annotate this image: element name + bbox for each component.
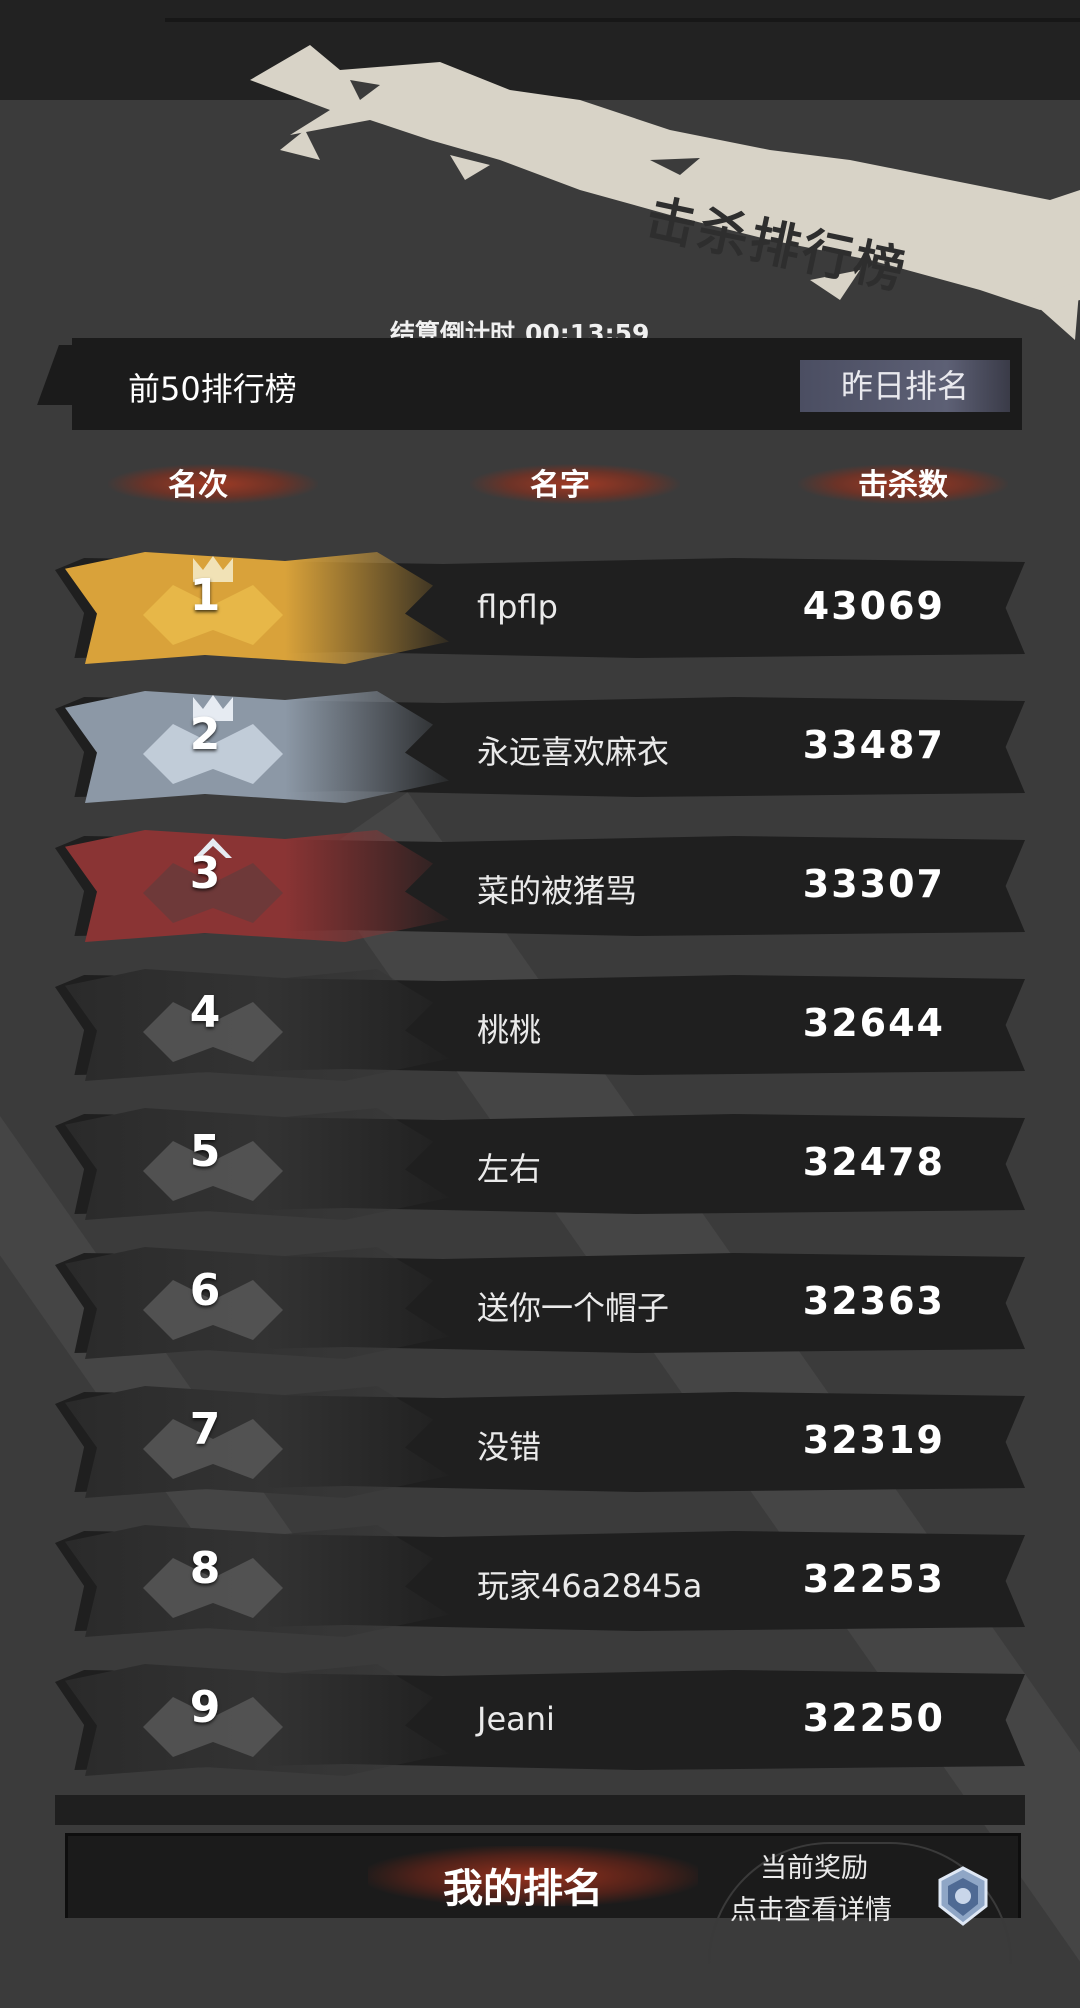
kill-count: 32363 [802,1279,945,1323]
column-header-name-label: 名字 [530,468,590,503]
kill-count: 32644 [802,1001,945,1045]
reward-badge-icon[interactable] [936,1866,990,1926]
rank-number: 6 [189,1265,221,1316]
my-ranking-panel: 我的排名 当前奖励 点击查看详情 [65,1833,1021,1964]
player-name: 玩家46a2845a [477,1567,703,1605]
kill-count: 33307 [802,862,945,906]
yesterday-ranking-button[interactable]: 昨日排名 [800,360,1010,412]
rank-number: 3 [189,848,221,899]
column-header-name: 名字 [470,460,680,504]
rank-number: 4 [189,987,221,1038]
list-item[interactable]: 9 Jeani 32250 [55,1652,1025,1782]
list-item[interactable]: 6 送你一个帽子 32363 [55,1235,1025,1365]
player-name: 永远喜欢麻衣 [477,733,670,771]
list-item-partial [55,1795,1025,1825]
rank-number: 7 [189,1404,221,1455]
player-name: Jeani [477,1700,555,1738]
list-item[interactable]: 5 左右 32478 [55,1096,1025,1226]
current-reward-label[interactable]: 当前奖励 [760,1846,868,1885]
tab-top50[interactable]: 前50排行榜 [128,364,297,410]
player-name: 没错 [477,1428,542,1466]
player-name: 菜的被猪骂 [477,872,638,910]
list-item[interactable]: 1 flpflp 43069 [55,540,1025,670]
rank-number: 9 [189,1682,221,1733]
list-item[interactable]: 3 菜的被猪骂 33307 [55,818,1025,948]
kill-count: 33487 [802,723,945,767]
list-item[interactable]: 2 永远喜欢麻衣 33487 [55,679,1025,809]
kill-count: 32250 [802,1696,945,1740]
list-item[interactable]: 8 玩家46a2845a 32253 [55,1513,1025,1643]
kill-count: 43069 [802,584,945,628]
column-header-kills-label: 击杀数 [858,468,948,503]
rank-number: 1 [189,570,221,621]
kill-count: 32253 [802,1557,945,1601]
column-header-kills: 击杀数 [798,460,1008,504]
column-header-rank: 名次 [108,460,318,504]
column-header-rank-label: 名次 [168,468,228,503]
rank-number: 5 [189,1126,221,1177]
view-details-link[interactable]: 点击查看详情 [730,1888,892,1927]
kill-count: 32478 [802,1140,945,1184]
kill-count: 32319 [802,1418,945,1462]
player-name: 送你一个帽子 [477,1289,670,1327]
rank-number: 2 [189,709,221,760]
player-name: 左右 [477,1150,542,1188]
player-name: 桃桃 [477,1011,542,1049]
player-name: flpflp [477,588,558,626]
rank-number: 8 [189,1543,221,1594]
list-item[interactable]: 7 没错 32319 [55,1374,1025,1504]
title-banner: 击杀排行榜 [250,40,1080,340]
my-ranking-title: 我的排名 [443,1866,603,1912]
list-item[interactable]: 4 桃桃 32644 [55,957,1025,1087]
